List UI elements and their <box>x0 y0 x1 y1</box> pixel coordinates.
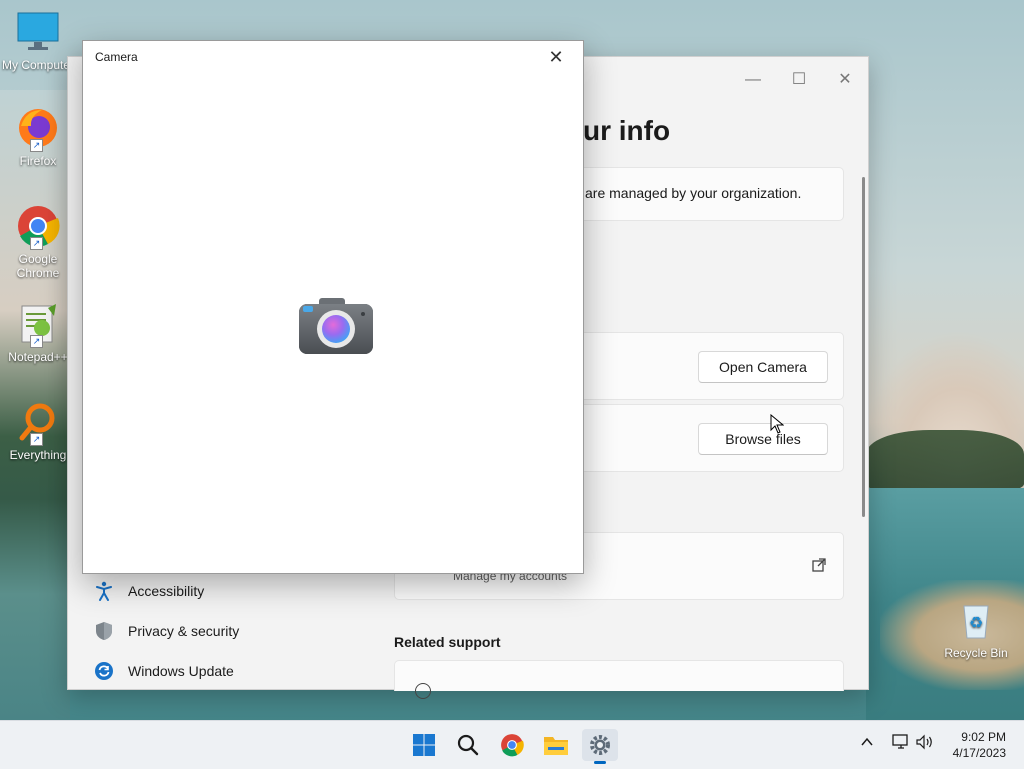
desktop-icon-recycle-bin[interactable]: ♻ Recycle Bin <box>938 598 1014 660</box>
file-explorer-icon[interactable] <box>538 729 574 761</box>
accessibility-icon <box>94 581 114 601</box>
desktop-icon-notepadpp[interactable]: ↗ Notepad++ <box>0 302 76 364</box>
network-icon[interactable] <box>892 734 910 755</box>
refresh-icon <box>94 661 114 681</box>
camera-window: Camera ✕ <box>82 40 584 574</box>
related-support-heading: Related support <box>394 634 501 650</box>
search-icon[interactable] <box>450 729 486 761</box>
sidebar-item-label: Windows Update <box>128 663 234 679</box>
shortcut-arrow-icon: ↗ <box>30 237 43 250</box>
sidebar-item-label: Privacy & security <box>128 623 240 639</box>
browse-files-button[interactable]: Browse files <box>698 423 828 455</box>
chrome-icon[interactable] <box>494 729 530 761</box>
sidebar-item-windows-update[interactable]: Windows Update <box>94 655 234 687</box>
sidebar-item-accessibility[interactable]: Accessibility <box>94 575 204 607</box>
clock-date: 4/17/2023 <box>952 746 1006 760</box>
org-notice-text: are managed by your organization. <box>585 185 802 201</box>
globe-icon <box>415 683 431 699</box>
sidebar-item-privacy[interactable]: Privacy & security <box>94 615 239 647</box>
search-ring-icon: ↗ <box>16 400 60 446</box>
chrome-icon: ↗ <box>16 204 60 250</box>
related-support-card[interactable] <box>394 660 844 699</box>
close-button[interactable]: ✕ <box>539 45 573 69</box>
sidebar-item-label: Accessibility <box>128 583 205 599</box>
desktop-icon-label: Notepad++ <box>8 350 68 364</box>
camera-icon <box>297 294 375 358</box>
desktop-icon-label: Recycle Bin <box>944 646 1008 660</box>
desktop-icon-my-computer[interactable]: My Computer <box>0 10 76 72</box>
desktop-icon-label: Google Chrome <box>16 252 60 280</box>
settings-gear-icon[interactable] <box>582 729 618 764</box>
close-button[interactable]: ✕ <box>822 65 868 95</box>
camera-window-title: Camera <box>95 50 138 64</box>
desktop-icon-label: Firefox <box>19 154 57 168</box>
active-app-indicator <box>594 761 606 764</box>
shortcut-arrow-icon: ↗ <box>30 139 43 152</box>
external-link-icon <box>811 557 827 578</box>
system-clock[interactable]: 9:02 PM 4/17/2023 <box>953 729 1006 761</box>
desktop-icon-label: Everything <box>9 448 67 462</box>
scrollbar[interactable] <box>862 177 865 517</box>
open-camera-button[interactable]: Open Camera <box>698 351 828 383</box>
notepadpp-icon: ↗ <box>16 302 60 348</box>
minimize-button[interactable]: — <box>730 65 776 95</box>
svg-text:♻: ♻ <box>969 613 983 632</box>
clock-time: 9:02 PM <box>961 730 1006 744</box>
monitor-icon <box>16 10 60 54</box>
windows-start-icon[interactable] <box>406 729 442 761</box>
desktop-icon-firefox[interactable]: ↗ Firefox <box>0 106 76 168</box>
chevron-up-icon[interactable] <box>860 735 874 752</box>
page-title: ur info <box>583 115 671 146</box>
firefox-icon: ↗ <box>16 106 60 152</box>
desktop-icon-everything[interactable]: ↗ Everything <box>0 400 76 462</box>
shortcut-arrow-icon: ↗ <box>30 335 43 348</box>
shortcut-arrow-icon: ↗ <box>30 433 43 446</box>
desktop-icon-chrome[interactable]: ↗ Google Chrome <box>0 204 76 280</box>
maximize-button[interactable]: ☐ <box>776 65 822 95</box>
shield-icon <box>94 621 114 641</box>
taskbar: 9:02 PM 4/17/2023 <box>0 720 1024 769</box>
recycle-bin-icon: ♻ <box>954 598 998 642</box>
desktop-icon-label: My Computer <box>1 58 75 72</box>
desktop-wallpaper-trees <box>866 430 1024 490</box>
volume-icon[interactable] <box>916 734 934 755</box>
mouse-cursor <box>770 413 785 439</box>
